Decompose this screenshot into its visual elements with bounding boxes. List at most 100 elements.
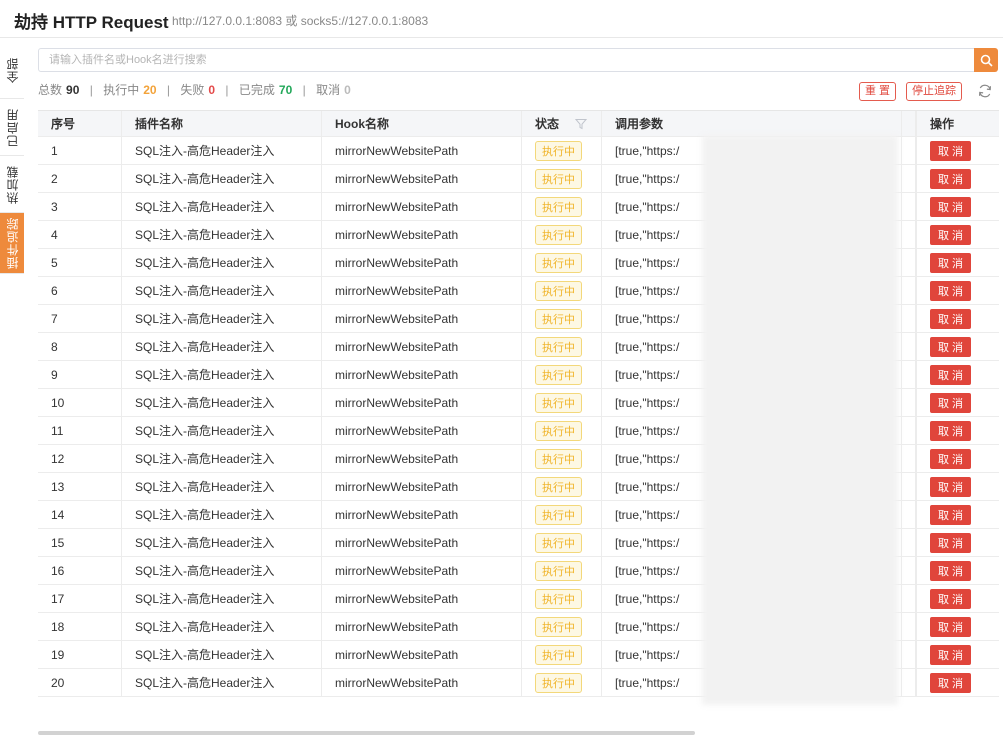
reset-button[interactable]: 重 置 <box>859 82 897 101</box>
cancel-button[interactable]: 取 消 <box>930 588 972 609</box>
tab-plugin-trace-label: 插件追踪 <box>5 217 20 269</box>
row-action-cell: 取 消 <box>916 613 999 640</box>
cancel-button[interactable]: 取 消 <box>930 672 972 693</box>
cancel-button[interactable]: 取 消 <box>930 168 972 189</box>
row-status-cell: 执行中 <box>522 557 602 584</box>
row-status-cell: 执行中 <box>522 473 602 500</box>
row-index: 10 <box>38 389 122 416</box>
cancel-button[interactable]: 取 消 <box>930 560 972 581</box>
row-plugin-name: SQL注入-高危Header注入 <box>122 389 322 416</box>
row-status-cell: 执行中 <box>522 669 602 696</box>
filter-icon[interactable] <box>575 118 588 130</box>
row-hook-name: mirrorNewWebsitePath <box>322 557 522 584</box>
stat-total-value: 90 <box>66 83 80 97</box>
cancel-button[interactable]: 取 消 <box>930 476 972 497</box>
cancel-button[interactable]: 取 消 <box>930 252 972 273</box>
status-badge: 执行中 <box>535 532 582 553</box>
row-plugin-name: SQL注入-高危Header注入 <box>122 557 322 584</box>
cancel-button[interactable]: 取 消 <box>930 392 972 413</box>
tab-all[interactable]: 全部 <box>0 42 24 99</box>
row-status-cell: 执行中 <box>522 445 602 472</box>
refresh-icon[interactable] <box>977 83 993 99</box>
tab-hot-reload[interactable]: 热加载 <box>0 156 24 213</box>
row-plugin-name: SQL注入-高危Header注入 <box>122 529 322 556</box>
row-status-cell: 执行中 <box>522 641 602 668</box>
row-plugin-name: SQL注入-高危Header注入 <box>122 361 322 388</box>
row-action-cell: 取 消 <box>916 277 999 304</box>
row-status-cell: 执行中 <box>522 221 602 248</box>
row-action-cell: 取 消 <box>916 417 999 444</box>
cancel-button[interactable]: 取 消 <box>930 308 972 329</box>
status-badge: 执行中 <box>535 420 582 441</box>
cancel-button[interactable]: 取 消 <box>930 644 972 665</box>
table-header: 序号 插件名称 Hook名称 状态 调用参数 操作 <box>38 111 999 137</box>
cancel-button[interactable]: 取 消 <box>930 224 972 245</box>
status-badge: 执行中 <box>535 644 582 665</box>
row-plugin-name: SQL注入-高危Header注入 <box>122 669 322 696</box>
cancel-button[interactable]: 取 消 <box>930 364 972 385</box>
divider: | <box>225 83 229 97</box>
row-spacer <box>902 249 916 276</box>
cancel-button[interactable]: 取 消 <box>930 616 972 637</box>
divider: | <box>89 83 93 97</box>
horizontal-scrollbar[interactable] <box>38 731 695 735</box>
row-plugin-name: SQL注入-高危Header注入 <box>122 137 322 164</box>
search-icon <box>980 54 993 67</box>
row-index: 18 <box>38 613 122 640</box>
cancel-button[interactable]: 取 消 <box>930 336 972 357</box>
row-action-cell: 取 消 <box>916 361 999 388</box>
row-spacer <box>902 557 916 584</box>
tab-plugin-trace[interactable]: 插件追踪 <box>0 213 24 274</box>
cancel-button[interactable]: 取 消 <box>930 196 972 217</box>
row-spacer <box>902 389 916 416</box>
row-hook-name: mirrorNewWebsitePath <box>322 221 522 248</box>
row-status-cell: 执行中 <box>522 613 602 640</box>
tab-hot-reload-label: 热加载 <box>5 164 20 204</box>
row-hook-name: mirrorNewWebsitePath <box>322 137 522 164</box>
row-plugin-name: SQL注入-高危Header注入 <box>122 305 322 332</box>
row-index: 16 <box>38 557 122 584</box>
stop-trace-button[interactable]: 停止追踪 <box>906 82 962 101</box>
search-input[interactable] <box>38 48 975 72</box>
row-hook-name: mirrorNewWebsitePath <box>322 249 522 276</box>
tab-enabled[interactable]: 已启用 <box>0 99 24 156</box>
row-index: 9 <box>38 361 122 388</box>
row-action-cell: 取 消 <box>916 585 999 612</box>
row-action-cell: 取 消 <box>916 333 999 360</box>
row-plugin-name: SQL注入-高危Header注入 <box>122 641 322 668</box>
cancel-button[interactable]: 取 消 <box>930 280 972 301</box>
row-index: 4 <box>38 221 122 248</box>
row-status-cell: 执行中 <box>522 417 602 444</box>
cancel-button[interactable]: 取 消 <box>930 140 972 161</box>
row-plugin-name: SQL注入-高危Header注入 <box>122 585 322 612</box>
cancel-button[interactable]: 取 消 <box>930 420 972 441</box>
status-badge: 执行中 <box>535 588 582 609</box>
row-hook-name: mirrorNewWebsitePath <box>322 445 522 472</box>
row-hook-name: mirrorNewWebsitePath <box>322 165 522 192</box>
cancel-button[interactable]: 取 消 <box>930 504 972 525</box>
search-button[interactable] <box>974 48 998 72</box>
status-badge: 执行中 <box>535 252 582 273</box>
stat-running-value: 20 <box>143 83 157 97</box>
stat-done-value: 70 <box>278 83 293 97</box>
row-plugin-name: SQL注入-高危Header注入 <box>122 417 322 444</box>
row-action-cell: 取 消 <box>916 557 999 584</box>
stat-cancel-value: 0 <box>344 83 351 97</box>
status-badge: 执行中 <box>535 672 582 693</box>
row-action-cell: 取 消 <box>916 389 999 416</box>
row-status-cell: 执行中 <box>522 277 602 304</box>
col-params: 调用参数 <box>602 111 902 136</box>
row-spacer <box>902 333 916 360</box>
row-status-cell: 执行中 <box>522 137 602 164</box>
row-status-cell: 执行中 <box>522 249 602 276</box>
row-status-cell: 执行中 <box>522 361 602 388</box>
row-spacer <box>902 305 916 332</box>
cancel-button[interactable]: 取 消 <box>930 448 972 469</box>
row-spacer <box>902 585 916 612</box>
row-hook-name: mirrorNewWebsitePath <box>322 501 522 528</box>
row-action-cell: 取 消 <box>916 249 999 276</box>
row-hook-name: mirrorNewWebsitePath <box>322 641 522 668</box>
status-badge: 执行中 <box>535 168 582 189</box>
page-header: 劫持 HTTP Request http://127.0.0.1:8083 或 … <box>0 0 1003 38</box>
cancel-button[interactable]: 取 消 <box>930 532 972 553</box>
